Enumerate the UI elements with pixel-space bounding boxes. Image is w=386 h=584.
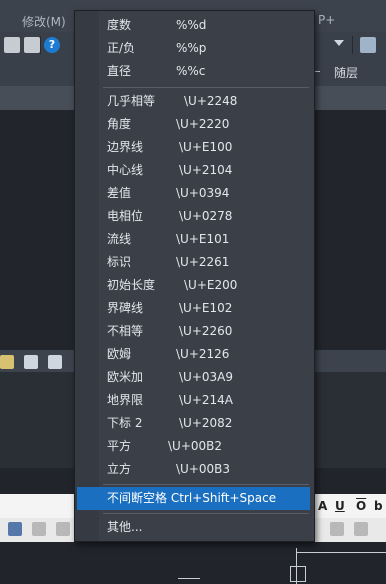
menu-item-other[interactable]: 其他... <box>99 516 313 539</box>
menu-item-non-breaking-space[interactable]: 不间断空格 Ctrl+Shift+Space <box>77 487 310 510</box>
grid-icon[interactable] <box>360 37 376 53</box>
menu-item-degree[interactable]: 度数 %%d <box>99 14 313 37</box>
text-align-icon[interactable] <box>24 355 38 369</box>
menu-item-cubed[interactable]: 立方 \U+00B3 <box>99 458 313 481</box>
cad-line-short <box>178 578 200 579</box>
menu-item-not-equal[interactable]: 不相等 \U+2260 <box>99 320 313 343</box>
cad-line-vertical <box>296 548 297 584</box>
menu-divider <box>103 87 309 88</box>
menu-item-subscript-2[interactable]: 下标 2 \U+2082 <box>99 412 313 435</box>
underline-button[interactable]: U <box>335 499 345 513</box>
menu-item-center-line[interactable]: 中心线 \U+2104 <box>99 159 313 182</box>
menu-item-squared[interactable]: 平方 \U+00B2 <box>99 435 313 458</box>
align-icon[interactable] <box>0 355 14 369</box>
menu-item-flow-line[interactable]: 流线 \U+E101 <box>99 228 313 251</box>
font-icon[interactable] <box>56 522 70 536</box>
menu-item-plus-minus[interactable]: 正/负 %%p <box>99 37 313 60</box>
cad-line-horizontal <box>296 552 386 553</box>
bold-button[interactable]: b <box>374 499 383 513</box>
menu-item-monument-line[interactable]: 界碑线 \U+E102 <box>99 297 313 320</box>
italic-a-button[interactable]: A <box>318 499 327 513</box>
overline-button[interactable]: O <box>356 499 366 513</box>
toolbar-separator <box>352 36 353 54</box>
menu-modify[interactable]: 修改(M) <box>22 13 66 30</box>
menu-item-ohm[interactable]: 欧姆 \U+2126 <box>99 343 313 366</box>
menu-item-omega[interactable]: 欧米加 \U+03A9 <box>99 366 313 389</box>
chevron-down-icon[interactable] <box>334 40 344 46</box>
field-icon[interactable] <box>8 522 22 536</box>
menu-item-property-line[interactable]: 地界限 \U+214A <box>99 389 313 412</box>
menu-item-almost-equal[interactable]: 几乎相等 \U+2248 <box>99 90 313 113</box>
menu-item-identity[interactable]: 标识 \U+2261 <box>99 251 313 274</box>
menu-gutter <box>75 11 99 541</box>
menu-item-initial-length[interactable]: 初始长度 \U+E200 <box>99 274 313 297</box>
symbol-menu: 度数 %%d 正/负 %%p 直径 %%c 几乎相等 \U+2248 角度 \U… <box>74 10 315 542</box>
menu-item-electrical-phase[interactable]: 电相位 \U+0278 <box>99 205 313 228</box>
list-icon[interactable] <box>48 355 62 369</box>
menu-item-diameter[interactable]: 直径 %%c <box>99 60 313 83</box>
document-icon[interactable] <box>24 37 40 53</box>
spacing-icon[interactable] <box>330 522 344 536</box>
menu-extra[interactable]: P+ <box>318 13 335 27</box>
menu-divider <box>103 513 309 514</box>
layer-dropdown-value[interactable]: 随层 <box>334 64 358 81</box>
case-icon[interactable] <box>32 522 46 536</box>
menu-divider <box>103 484 309 485</box>
help-icon[interactable]: ? <box>44 37 60 53</box>
menu-item-delta[interactable]: 差值 \U+0394 <box>99 182 313 205</box>
tracking-icon[interactable] <box>354 522 368 536</box>
toolbar-separator <box>40 36 41 54</box>
menu-item-angle[interactable]: 角度 \U+2220 <box>99 113 313 136</box>
cad-box <box>290 566 306 582</box>
menu-item-boundary-line[interactable]: 边界线 \U+E100 <box>99 136 313 159</box>
table-icon[interactable] <box>4 37 20 53</box>
